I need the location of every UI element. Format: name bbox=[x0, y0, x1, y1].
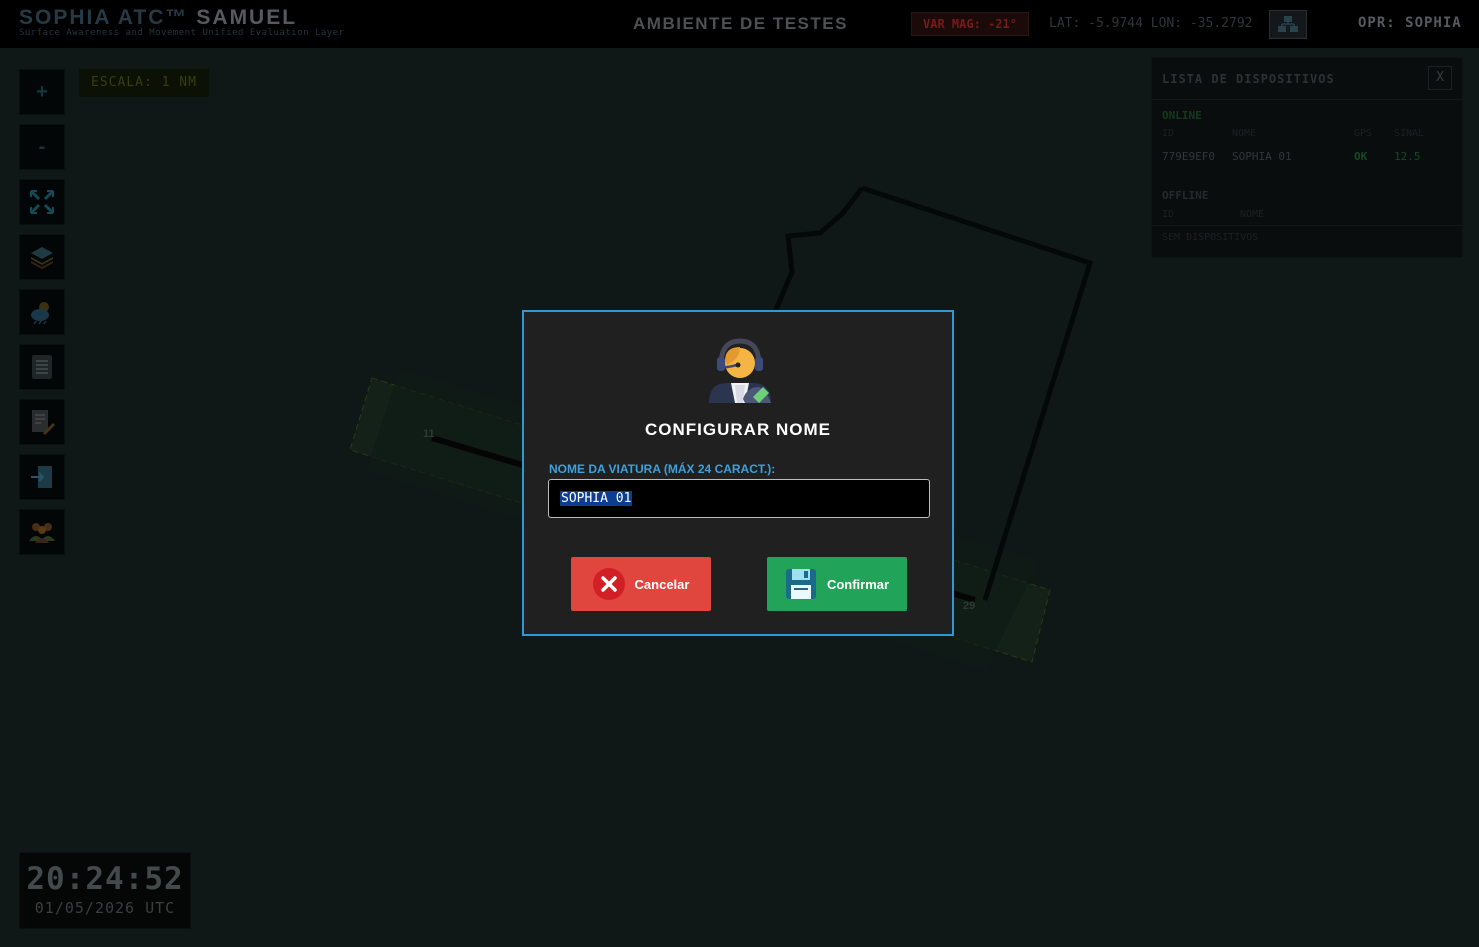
map-scale-badge: ESCALA: 1 NM bbox=[79, 69, 209, 97]
magnetic-variation-badge: VAR MAG: -21° bbox=[911, 12, 1029, 36]
minus-icon: - bbox=[38, 135, 46, 158]
device-list-panel: LISTA DE DISPOSITIVOS X ONLINE ID NOME G… bbox=[1151, 57, 1463, 258]
online-col-gps: GPS bbox=[1354, 128, 1373, 139]
cancel-label: Cancelar bbox=[634, 576, 690, 592]
device-gps-status: OK bbox=[1354, 150, 1368, 163]
device-signal: 12.5 bbox=[1394, 150, 1421, 163]
plus-icon: + bbox=[36, 80, 48, 103]
list-icon bbox=[32, 355, 52, 379]
device-panel-title: LISTA DE DISPOSITIVOS bbox=[1162, 72, 1335, 86]
online-col-id: ID bbox=[1162, 128, 1175, 139]
operator-label: OPR: SOPHIA bbox=[1358, 15, 1462, 31]
clock-time: 20:24:52 bbox=[26, 861, 184, 897]
zoom-in-button[interactable]: + bbox=[19, 69, 65, 115]
device-name: SOPHIA 01 bbox=[1232, 150, 1292, 163]
weather-button[interactable] bbox=[19, 289, 65, 335]
vehicle-name-input[interactable]: SOPHIA 01 bbox=[548, 479, 930, 518]
weather-icon bbox=[31, 302, 49, 325]
center-arrows-icon bbox=[29, 189, 55, 215]
operator-headset-icon bbox=[709, 338, 771, 403]
save-floppy-icon bbox=[785, 569, 816, 599]
utc-clock: 20:24:52 01/05/2026 UTC bbox=[19, 852, 191, 929]
brand-subtitle: Surface Awareness and Movement Unified E… bbox=[19, 28, 345, 38]
document-edit-icon bbox=[32, 410, 55, 435]
center-map-button[interactable] bbox=[19, 179, 65, 225]
coordinates-readout: LAT: -5.9744 LON: -35.2792 bbox=[1049, 16, 1253, 31]
network-icon bbox=[1278, 16, 1298, 32]
runway-label-29: 29 bbox=[963, 600, 975, 612]
vehicle-name-value: SOPHIA 01 bbox=[560, 491, 633, 506]
divider bbox=[1152, 225, 1462, 226]
cancel-button[interactable]: Cancelar bbox=[571, 557, 711, 611]
device-panel-close-button[interactable]: X bbox=[1428, 66, 1452, 90]
brand-subname: SAMUEL bbox=[196, 6, 298, 29]
online-section-title: ONLINE bbox=[1162, 109, 1202, 122]
runway-label-11: 11 bbox=[423, 428, 435, 440]
users-button[interactable] bbox=[19, 509, 65, 555]
brand-name: SOPHIA ATC™ bbox=[19, 6, 189, 29]
configure-name-dialog: CONFIGURAR NOME NOME DA VIATURA (MÁX 24 … bbox=[522, 310, 954, 636]
online-col-name: NOME bbox=[1232, 128, 1257, 139]
brand-title: SOPHIA ATC™ SAMUEL bbox=[19, 6, 297, 30]
users-group-icon bbox=[29, 523, 55, 543]
layers-button[interactable] bbox=[19, 234, 65, 280]
device-id: 779E9EF0 bbox=[1162, 150, 1215, 163]
online-col-signal: SINAL bbox=[1394, 128, 1425, 139]
offline-empty-message: SEM DISPOSITIVOS bbox=[1162, 232, 1259, 243]
divider bbox=[1152, 99, 1462, 100]
report-button[interactable] bbox=[19, 399, 65, 445]
top-bar: SOPHIA ATC™ SAMUEL Surface Awareness and … bbox=[0, 0, 1479, 48]
dialog-title: CONFIGURAR NOME bbox=[645, 420, 831, 439]
layers-icon bbox=[31, 247, 53, 269]
offline-section-title: OFFLINE bbox=[1162, 189, 1209, 202]
exit-door-icon bbox=[31, 466, 52, 488]
environment-label: AMBIENTE DE TESTES bbox=[633, 14, 848, 33]
offline-col-name: NOME bbox=[1240, 209, 1265, 220]
offline-col-id: ID bbox=[1162, 209, 1175, 220]
zoom-out-button[interactable]: - bbox=[19, 124, 65, 170]
logout-button[interactable] bbox=[19, 454, 65, 500]
clock-date: 01/05/2026 UTC bbox=[34, 899, 176, 917]
confirm-button[interactable]: Confirmar bbox=[767, 557, 907, 611]
vehicle-name-label: NOME DA VIATURA (MÁX 24 CARACT.): bbox=[549, 462, 776, 476]
confirm-label: Confirmar bbox=[826, 576, 890, 592]
close-circle-icon bbox=[592, 568, 625, 600]
list-button[interactable] bbox=[19, 344, 65, 390]
network-status-button[interactable] bbox=[1269, 10, 1307, 39]
